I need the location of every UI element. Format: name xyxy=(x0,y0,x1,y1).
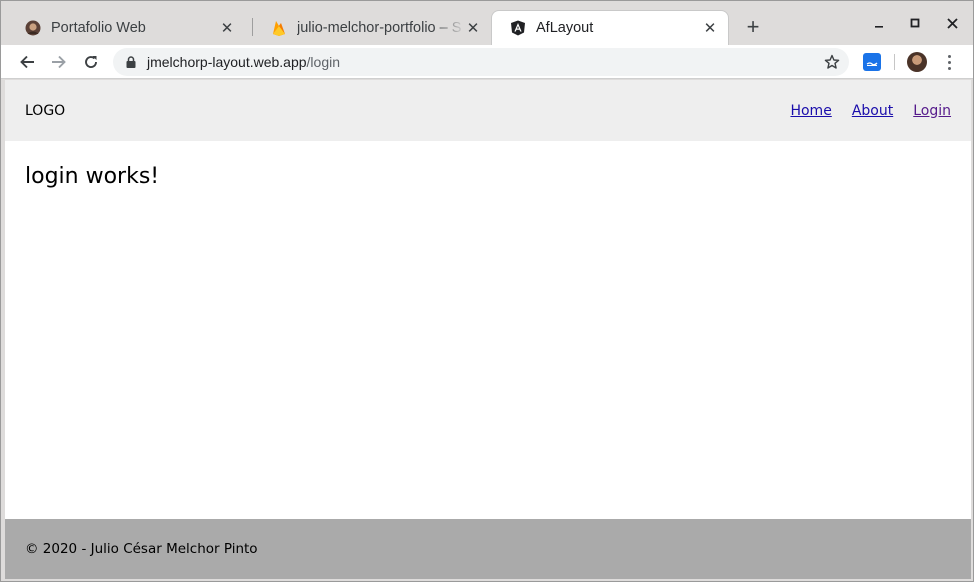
minimize-icon[interactable] xyxy=(869,13,889,33)
page-heading: login works! xyxy=(25,164,160,189)
address-bar[interactable]: jmelchorp-layout.web.app/login xyxy=(113,48,849,76)
new-tab-button[interactable]: + xyxy=(741,14,765,39)
url-text: jmelchorp-layout.web.app/login xyxy=(147,54,340,70)
browser-window: Portafolio Web ✕ julio-melchor-portfolio… xyxy=(0,0,974,582)
tab-strip: Portafolio Web ✕ julio-melchor-portfolio… xyxy=(1,1,973,45)
back-icon[interactable] xyxy=(15,50,39,74)
tab-title: AfLayout xyxy=(536,20,594,36)
site-nav: Home About Login xyxy=(790,103,951,119)
tab-portafolio-web[interactable]: Portafolio Web ✕ xyxy=(7,10,245,45)
copyright-text: © 2020 - Julio César Melchor Pinto xyxy=(25,541,258,557)
close-tab-icon[interactable]: ✕ xyxy=(702,20,718,37)
tab-aflayout[interactable]: AfLayout ✕ xyxy=(491,10,729,45)
reload-icon[interactable] xyxy=(79,50,103,74)
url-path: /login xyxy=(306,54,340,70)
profile-avatar[interactable] xyxy=(907,52,927,72)
extension-icon[interactable] xyxy=(863,53,881,71)
lock-icon[interactable] xyxy=(123,54,139,70)
browser-toolbar: jmelchorp-layout.web.app/login xyxy=(1,45,973,79)
tab-firebase-console[interactable]: julio-melchor-portfolio – S ✕ xyxy=(253,10,491,45)
close-tab-icon[interactable]: ✕ xyxy=(465,20,481,37)
tab-title: julio-melchor-portfolio – S xyxy=(297,19,462,36)
close-tab-icon[interactable]: ✕ xyxy=(219,20,235,37)
site-logo: LOGO xyxy=(25,102,66,119)
maximize-icon[interactable] xyxy=(905,13,925,33)
close-window-icon[interactable] xyxy=(942,13,962,33)
site-footer: © 2020 - Julio César Melchor Pinto xyxy=(5,519,971,579)
nav-link-login[interactable]: Login xyxy=(913,103,951,119)
nav-link-home[interactable]: Home xyxy=(790,103,831,119)
nav-link-about[interactable]: About xyxy=(852,103,893,119)
url-host: jmelchorp-layout.web.app xyxy=(147,54,307,70)
toolbar-divider xyxy=(894,54,895,70)
angular-logo-icon xyxy=(510,20,526,36)
avatar-favicon-icon xyxy=(25,20,41,36)
forward-icon[interactable] xyxy=(47,50,71,74)
site-header: LOGO Home About Login xyxy=(5,80,971,141)
browser-menu-icon[interactable] xyxy=(941,52,957,72)
firebase-flame-icon xyxy=(271,20,287,36)
page-viewport: LOGO Home About Login login works! © 202… xyxy=(5,80,971,579)
tab-title: Portafolio Web xyxy=(51,19,146,36)
bookmark-star-icon[interactable] xyxy=(823,53,841,71)
